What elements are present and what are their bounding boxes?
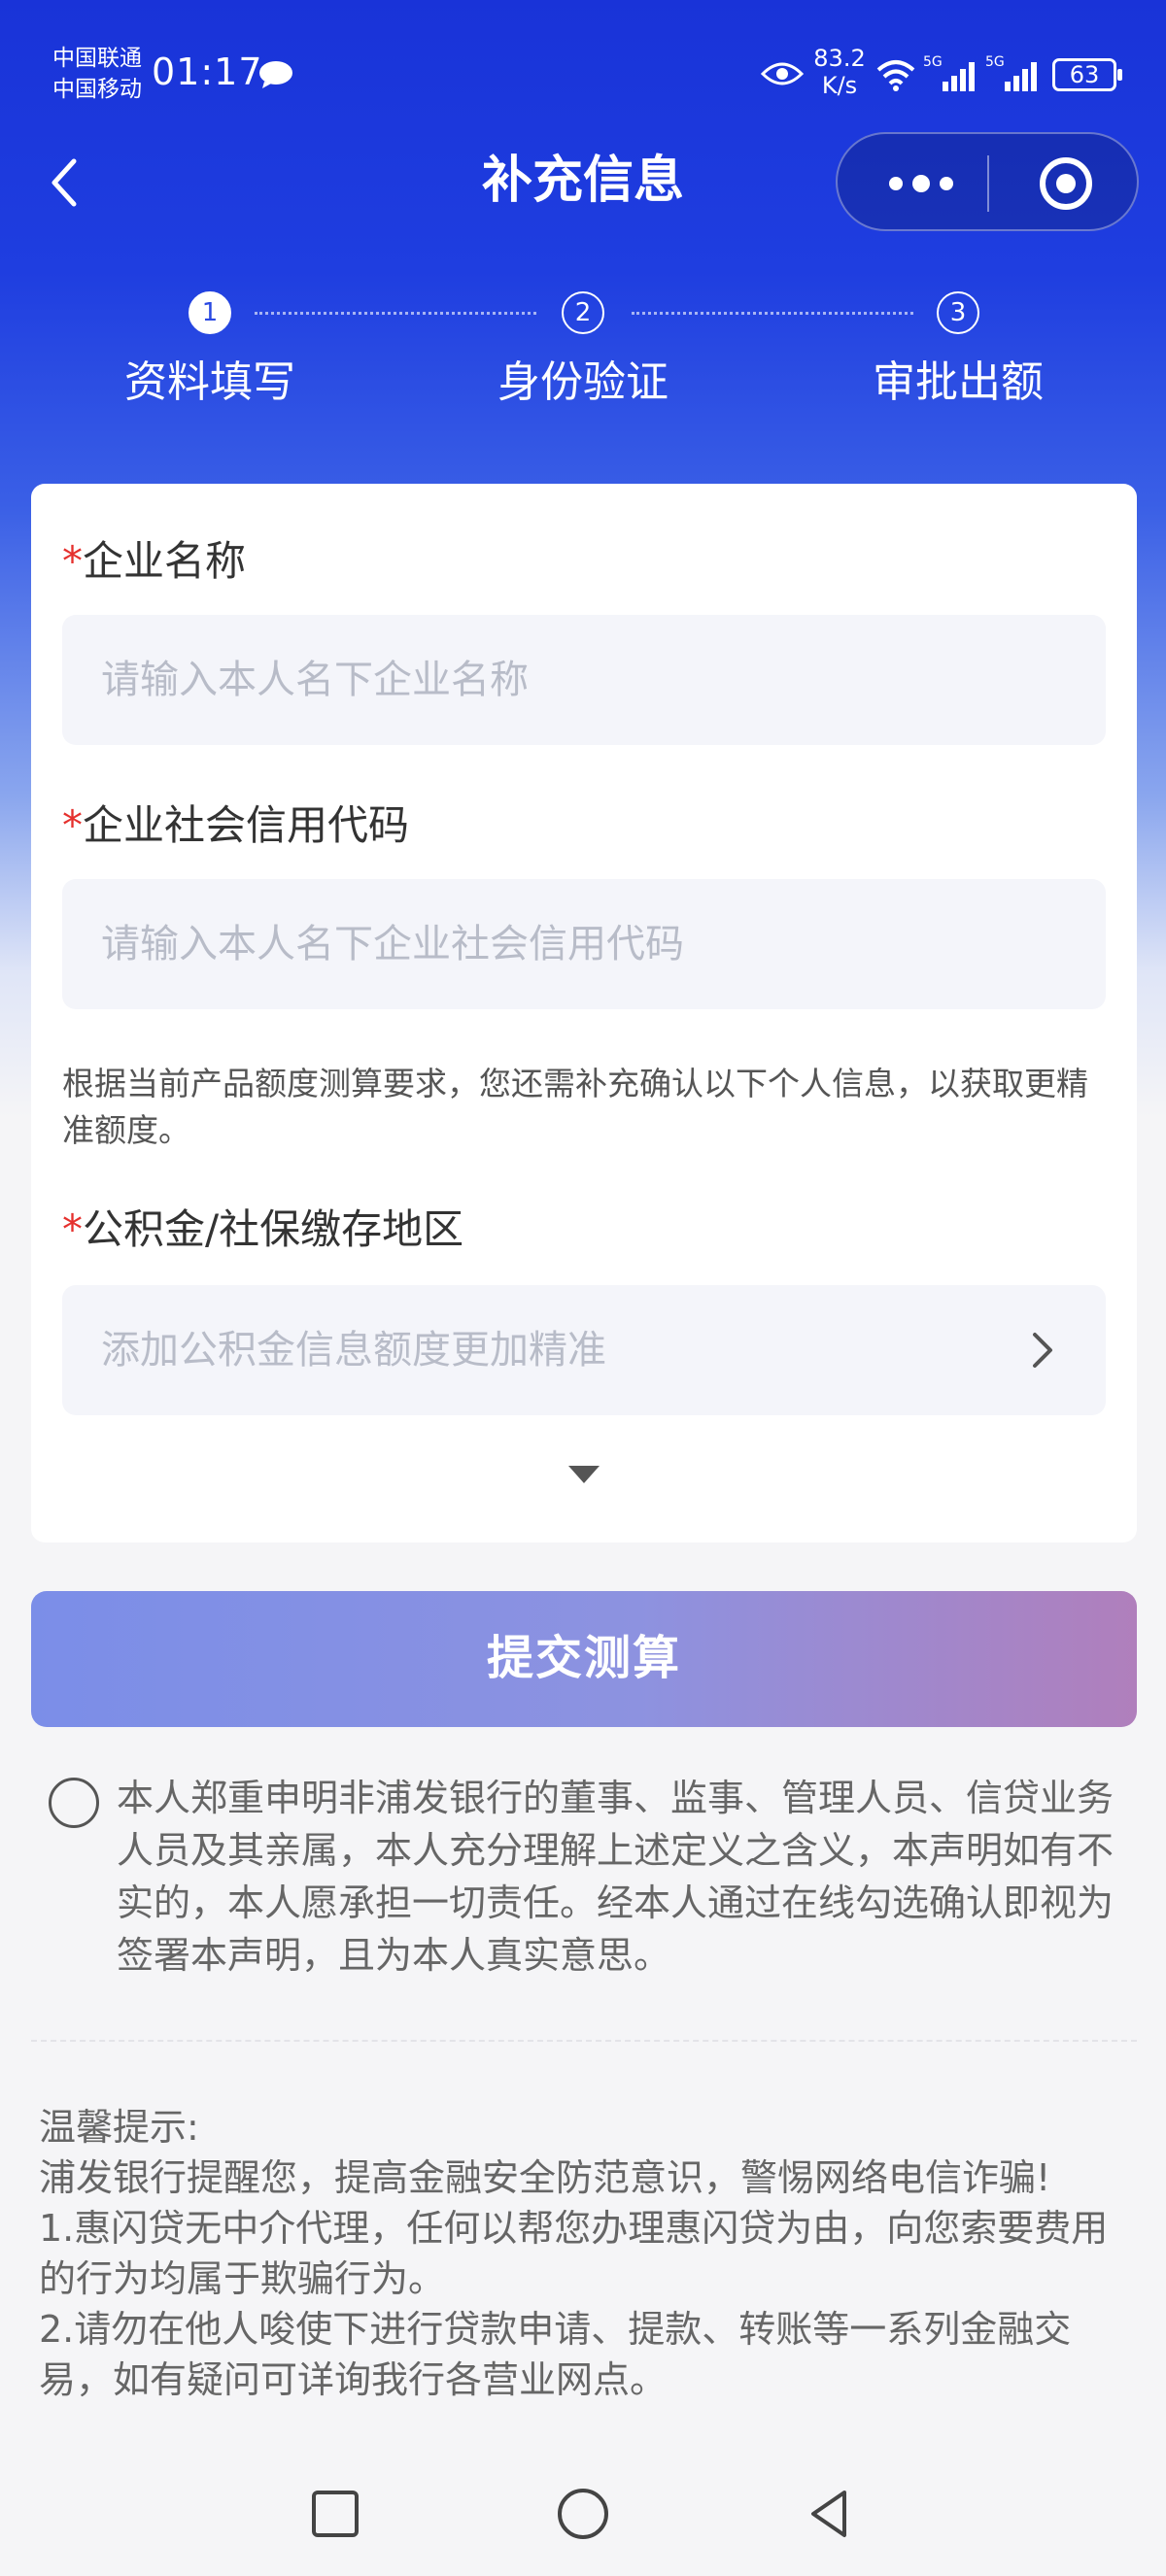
close-mini-program-icon[interactable] [1038,155,1094,212]
home-icon[interactable] [554,2485,612,2543]
step-1-number: 1 [189,291,231,334]
required-mark: * [62,537,83,585]
network-speed: 83.2 K/s [812,45,867,99]
region-selector[interactable]: 添加公积金信息额度更加精准 [62,1285,1106,1415]
mini-program-capsule [836,132,1139,231]
credit-code-label: *企业社会信用代码 [62,797,409,855]
info-note: 根据当前产品额度测算要求，您还需补充确认以下个人信息，以获取更精准额度。 [62,1065,1088,1149]
step-3-number: 3 [937,291,979,334]
cellular-signal-2-icon: 5G [985,54,1037,91]
caret-down-icon[interactable] [566,1464,601,1485]
cellular-signal-1-icon: 5G [923,54,975,91]
step-2: 2 身份验证 [476,291,690,412]
company-name-label-text: 企业名称 [83,537,247,585]
credit-code-placeholder: 请输入本人名下企业社会信用代码 [101,922,684,966]
company-name-label: *企业名称 [62,532,246,591]
region-placeholder: 添加公积金信息额度更加精准 [101,1328,606,1373]
step-3-label: 审批出额 [873,357,1044,407]
speed-value: 83.2 [813,45,866,72]
recent-apps-icon[interactable] [306,2485,364,2543]
region-label: *公积金/社保缴存地区 [62,1201,463,1259]
message-bubble-icon [259,61,292,88]
company-name-input[interactable]: 请输入本人名下企业名称 [62,615,1106,745]
more-options-icon[interactable] [882,173,960,194]
required-mark: * [62,1205,83,1253]
battery-icon: 63 [1052,58,1122,91]
tips-line-2: 1.惠闪贷无中介代理，任何以帮您办理惠闪贷为由，向您索要费用的行为均属于欺骗行为… [39,2207,1109,2300]
wifi-icon [876,60,915,91]
tips-line-3: 2.请勿在他人唆使下进行贷款申请、提款、转账等一系列金融交易，如有疑问可详询我行… [39,2308,1072,2401]
warm-tips: 温馨提示: 浦发银行提醒您，提高金融安全防范意识，警惕网络电信诈骗! 1.惠闪贷… [39,2102,1137,2405]
step-3: 3 审批出额 [851,291,1065,412]
company-name-placeholder: 请输入本人名下企业名称 [101,658,529,702]
speed-unit: K/s [821,72,858,99]
eye-icon [761,62,804,85]
agreement-radio[interactable] [49,1778,99,1828]
carrier-names: 中国联通 中国移动 [52,43,142,105]
credit-code-input[interactable]: 请输入本人名下企业社会信用代码 [62,879,1106,1009]
agreement-text: 本人郑重申明非浦发银行的董事、监事、管理人员、信贷业务人员及其亲属，本人充分理解… [117,1777,1115,1977]
required-mark: * [62,801,83,849]
submit-calculation-button[interactable]: 提交测算 [31,1591,1137,1727]
carrier-1: 中国联通 [52,46,142,71]
status-bar: 中国联通 中国移动 01:17 83.2 K/s 5G 5G 63 [0,0,1166,136]
credit-code-label-text: 企业社会信用代码 [83,801,410,849]
tips-line-1: 浦发银行提醒您，提高金融安全防范意识，警惕网络电信诈骗! [39,2156,1051,2199]
step-1: 1 资料填写 [103,291,317,412]
section-divider [31,2040,1137,2042]
network-2-label: 5G [985,54,1005,70]
form-card: *企业名称 请输入本人名下企业名称 *企业社会信用代码 请输入本人名下企业社会信… [31,484,1137,1542]
region-label-text: 公积金/社保缴存地区 [83,1205,464,1253]
carrier-2: 中国移动 [52,77,142,102]
tips-heading: 温馨提示: [39,2106,199,2149]
network-1-label: 5G [923,54,943,70]
step-1-label: 资料填写 [124,357,295,407]
step-2-number: 2 [562,291,604,334]
step-2-label: 身份验证 [497,357,669,407]
system-navigation-bar [0,2448,1166,2576]
clock: 01:17 [152,51,263,93]
battery-level: 63 [1069,61,1100,88]
capsule-divider [987,155,989,212]
chevron-right-icon [1033,1333,1052,1368]
back-triangle-icon[interactable] [802,2485,860,2543]
